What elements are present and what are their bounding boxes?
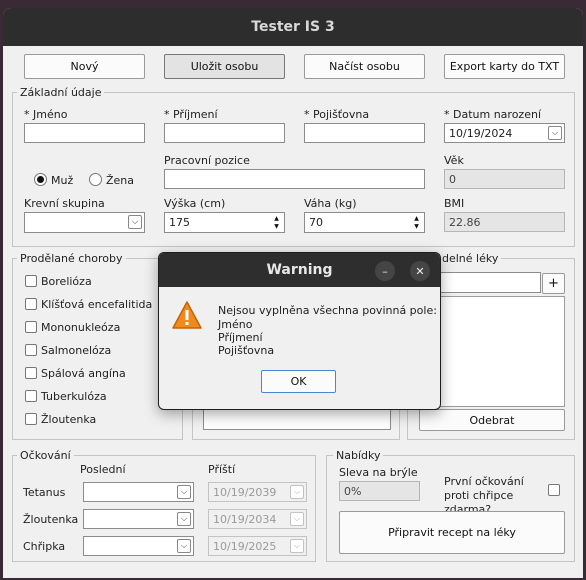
discount-field: 0%: [339, 481, 420, 501]
bmi-label: BMI: [444, 197, 465, 210]
discount-label: Sleva na brýle: [339, 466, 418, 479]
close-icon[interactable]: ✕: [410, 261, 430, 281]
dob-label: * Datum narození: [444, 108, 541, 121]
position-label: Pracovní pozice: [164, 154, 250, 167]
surname-label: * Příjmení: [164, 108, 218, 121]
warning-icon: [172, 301, 202, 329]
middle-input[interactable]: [203, 409, 391, 430]
chevron-down-icon[interactable]: ⌵: [548, 126, 562, 140]
chevron-down-icon: ⌵: [290, 485, 304, 499]
missing-field: Jméno: [218, 318, 253, 331]
disease-checkbox[interactable]: [25, 298, 37, 310]
gender-female-radio[interactable]: [89, 173, 102, 186]
disease-label: Spálová angína: [41, 367, 126, 380]
vaccination-legend: Očkování: [17, 449, 74, 462]
disease-checkbox[interactable]: [25, 367, 37, 379]
vacc-next-value: 10/19/2039: [213, 485, 277, 499]
dob-picker[interactable]: 10/19/2024 ⌵: [444, 123, 565, 143]
export-txt-button[interactable]: Export karty do TXT: [444, 54, 565, 79]
chevron-down-icon: ⌵: [290, 539, 304, 553]
disease-checkbox[interactable]: [25, 275, 37, 287]
basic-info-legend: Základní údaje: [17, 86, 105, 99]
missing-field: Příjmení: [218, 331, 263, 344]
chevron-down-icon[interactable]: ⌵: [177, 485, 191, 499]
vacc-last-picker[interactable]: ⌵: [83, 482, 194, 502]
disease-label: Mononukleóza: [41, 321, 121, 334]
vacc-next-value: 10/19/2034: [213, 512, 277, 526]
disease-label: Tuberkulóza: [41, 390, 107, 403]
prepare-prescription-button[interactable]: Připravit recept na léky: [339, 511, 565, 554]
age-field: 0: [444, 169, 565, 189]
flu-offer-checkbox[interactable]: [548, 484, 560, 496]
chevron-down-icon[interactable]: ⌵: [177, 539, 191, 553]
height-label: Výška (cm): [164, 197, 226, 210]
height-value: 175: [169, 216, 190, 229]
add-med-button[interactable]: +: [542, 273, 565, 294]
flu-offer-label-1: První očkování: [444, 475, 524, 488]
insurance-input[interactable]: [304, 123, 425, 143]
position-input[interactable]: [164, 169, 425, 189]
offers-legend: Nabídky: [333, 449, 384, 462]
load-person-button[interactable]: Načíst osobu: [304, 54, 425, 79]
disease-label: Salmonelóza: [41, 344, 112, 357]
vacc-row-label: Chřipka: [23, 540, 66, 553]
spin-arrows-icon[interactable]: ▲ ▼: [411, 215, 422, 231]
gender-male-label: Muž: [51, 174, 74, 187]
disease-label: Borelióza: [41, 275, 92, 288]
blood-group-label: Krevní skupina: [24, 197, 105, 210]
chevron-down-icon[interactable]: ⌵: [177, 512, 191, 526]
warning-dialog: Warning – ✕ Nejsou vyplněna všechna povi…: [158, 252, 441, 410]
vacc-next-picker: 10/19/2039 ⌵: [208, 482, 307, 502]
dialog-title: Warning: [159, 253, 440, 287]
dob-value: 10/19/2024: [449, 126, 513, 140]
weight-label: Váha (kg): [304, 197, 357, 210]
col-last-label: Poslední: [80, 463, 126, 476]
save-person-button[interactable]: Uložit osobu: [164, 54, 285, 79]
disease-checkbox[interactable]: [25, 344, 37, 356]
chevron-down-icon: ⌵: [290, 512, 304, 526]
flu-offer-label-2: proti chřipce: [444, 489, 514, 502]
ok-button[interactable]: OK: [261, 370, 336, 393]
missing-field: Pojišťovna: [218, 344, 275, 357]
regular-meds-legend: delné léky: [439, 252, 502, 265]
vacc-row-label: Tetanus: [23, 486, 66, 499]
minimize-icon[interactable]: –: [375, 261, 395, 281]
blood-group-select[interactable]: ⌵: [24, 212, 145, 233]
disease-label: Klíšťová encefalitida: [41, 298, 153, 311]
vacc-last-picker[interactable]: ⌵: [83, 509, 194, 529]
weight-value: 70: [309, 216, 323, 229]
chevron-down-icon[interactable]: ⌵: [128, 215, 142, 229]
dialog-message: Nejsou vyplněna všechna povinná pole:: [218, 304, 437, 317]
insurance-label: * Pojišťovna: [304, 108, 370, 121]
diseases-legend: Prodělané choroby: [17, 252, 126, 265]
disease-label: Žloutenka: [41, 413, 97, 426]
vacc-row-label: Žloutenka: [23, 513, 79, 526]
name-input[interactable]: [24, 123, 145, 143]
vacc-next-picker: 10/19/2025 ⌵: [208, 536, 307, 556]
bmi-field: 22.86: [444, 212, 565, 232]
disease-checkbox[interactable]: [25, 390, 37, 402]
disease-checkbox[interactable]: [25, 413, 37, 425]
vacc-next-picker: 10/19/2034 ⌵: [208, 509, 307, 529]
window-title: Tester IS 3: [3, 8, 583, 46]
col-next-label: Příští: [208, 463, 236, 476]
weight-spinbox[interactable]: 70 ▲ ▼: [304, 212, 425, 233]
name-label: * Jméno: [24, 108, 68, 121]
vacc-next-value: 10/19/2025: [213, 539, 277, 553]
gender-male-radio[interactable]: [34, 173, 47, 186]
new-button[interactable]: Nový: [24, 54, 145, 79]
vacc-last-picker[interactable]: ⌵: [83, 536, 194, 556]
age-label: Věk: [444, 154, 464, 167]
surname-input[interactable]: [164, 123, 285, 143]
spin-arrows-icon[interactable]: ▲ ▼: [271, 215, 282, 231]
remove-med-button[interactable]: Odebrat: [419, 409, 565, 431]
disease-checkbox[interactable]: [25, 321, 37, 333]
height-spinbox[interactable]: 175 ▲ ▼: [164, 212, 285, 233]
gender-female-label: Žena: [106, 174, 135, 187]
